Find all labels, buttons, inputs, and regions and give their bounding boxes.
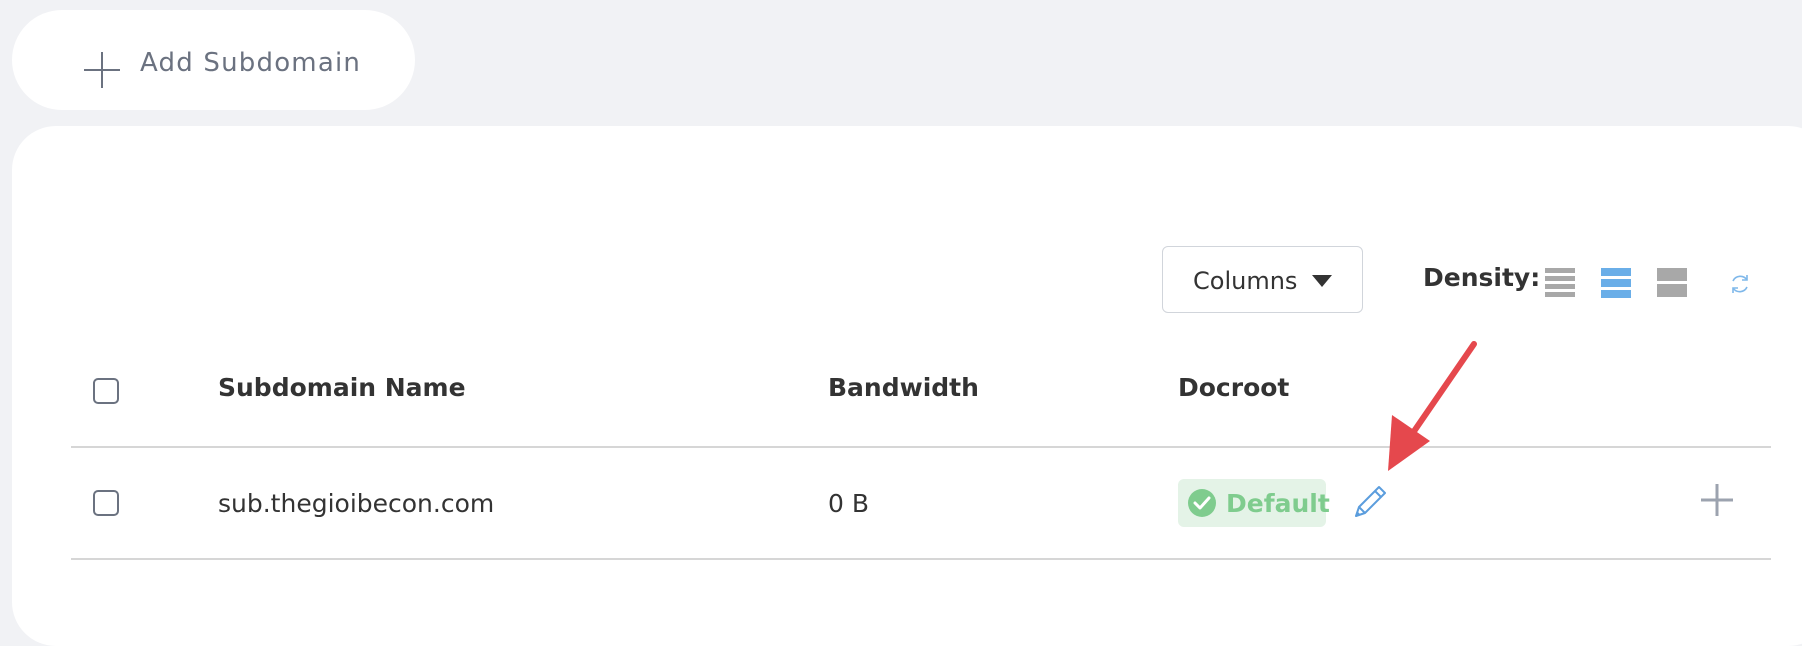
standard-density-icon[interactable] [1601, 268, 1631, 298]
add-subdomain-label: Add Subdomain [140, 48, 362, 78]
header-divider [71, 446, 1771, 448]
header-subdomain-name[interactable]: Subdomain Name [218, 373, 466, 402]
columns-dropdown[interactable]: Columns [1162, 246, 1363, 313]
add-subdomain-button[interactable]: Add Subdomain [12, 10, 415, 110]
density-label: Density: [1423, 263, 1541, 292]
header-docroot[interactable]: Docroot [1178, 373, 1289, 402]
check-circle-icon [1188, 489, 1216, 517]
bandwidth-cell: 0 B [828, 489, 870, 518]
columns-label: Columns [1193, 267, 1298, 295]
edit-docroot-pencil-icon[interactable] [1348, 480, 1392, 524]
subdomain-name-cell: sub.thegioibecon.com [218, 489, 495, 518]
row-divider [71, 558, 1771, 560]
row-expand-plus-icon[interactable] [1699, 482, 1735, 518]
select-all-checkbox[interactable] [93, 378, 119, 404]
caret-down-icon [1312, 275, 1332, 287]
compact-density-icon[interactable] [1545, 268, 1575, 298]
docroot-badge-label: Default [1226, 489, 1330, 518]
comfortable-density-icon[interactable] [1657, 268, 1687, 298]
row-checkbox[interactable] [93, 490, 119, 516]
docroot-default-badge: Default [1178, 479, 1330, 527]
header-bandwidth[interactable]: Bandwidth [828, 373, 979, 402]
refresh-icon[interactable] [1728, 272, 1752, 296]
plus-icon [84, 52, 120, 88]
